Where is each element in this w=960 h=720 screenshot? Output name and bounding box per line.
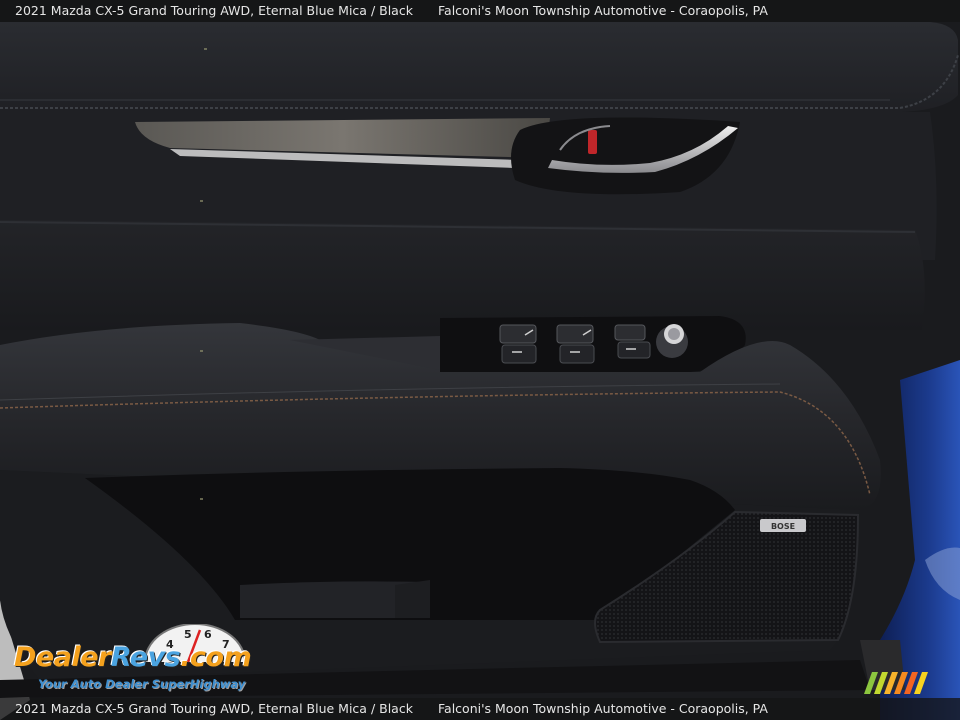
stripes-logo xyxy=(864,672,928,694)
logo-tagline: Your Auto Dealer SuperHighway xyxy=(38,677,246,691)
vehicle-caption: 2021 Mazda CX-5 Grand Touring AWD, Etern… xyxy=(15,3,413,18)
logo-wordmark: DealerRevs.com xyxy=(14,642,252,673)
bose-badge-text: BOSE xyxy=(771,522,795,531)
dust-dot xyxy=(200,200,203,202)
dust-dot xyxy=(200,498,203,500)
dust-dot xyxy=(200,350,203,352)
svg-text:6: 6 xyxy=(204,628,212,641)
caption-bar-top: 2021 Mazda CX-5 Grand Touring AWD, Etern… xyxy=(0,0,960,22)
photo-frame: BOSE 2021 Mazda CX-5 Grand Touring AWD, … xyxy=(0,0,960,720)
caption-bar-bottom: 2021 Mazda CX-5 Grand Touring AWD, Etern… xyxy=(0,698,960,720)
dealer-caption: Falconi's Moon Township Automotive - Cor… xyxy=(438,701,768,716)
lock-indicator xyxy=(588,130,597,154)
svg-text:5: 5 xyxy=(184,628,192,641)
dealer-caption: Falconi's Moon Township Automotive - Cor… xyxy=(438,3,768,18)
dust-dot xyxy=(204,48,207,50)
door-interior-photo: BOSE xyxy=(0,0,960,720)
dealerrevs-logo: 4 5 6 7 DealerRevs.com Your Auto Dealer … xyxy=(12,624,264,694)
vehicle-caption: 2021 Mazda CX-5 Grand Touring AWD, Etern… xyxy=(15,701,413,716)
switch-pod xyxy=(440,316,746,372)
